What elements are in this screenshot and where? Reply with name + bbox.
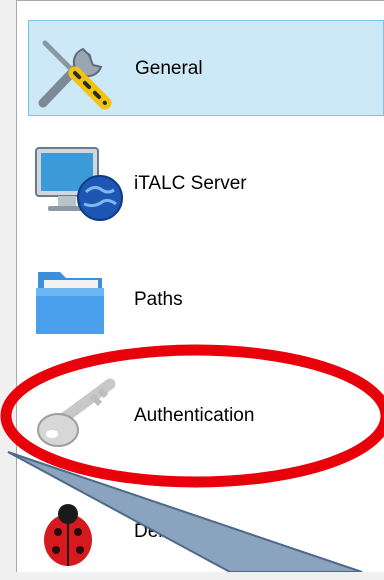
- sidebar-item-debugging[interactable]: Debugging: [28, 484, 384, 580]
- sidebar-item-label: Debugging: [134, 521, 226, 542]
- sidebar-item-paths[interactable]: Paths: [28, 252, 384, 348]
- tools-icon: [35, 31, 125, 111]
- folder-icon: [34, 262, 124, 342]
- sidebar-item-italc-server[interactable]: iTALC Server: [28, 136, 384, 232]
- monitor-globe-icon: [34, 146, 124, 226]
- key-icon: [34, 378, 124, 458]
- sidebar-item-label: Paths: [134, 289, 183, 310]
- sidebar-item-general[interactable]: General: [28, 20, 384, 116]
- sidebar-item-label: Authentication: [134, 405, 255, 426]
- sidebar-item-label: General: [135, 58, 203, 79]
- ladybug-icon: [34, 494, 124, 574]
- sidebar-item-authentication[interactable]: Authentication: [28, 368, 384, 464]
- sidebar-item-label: iTALC Server: [134, 173, 247, 194]
